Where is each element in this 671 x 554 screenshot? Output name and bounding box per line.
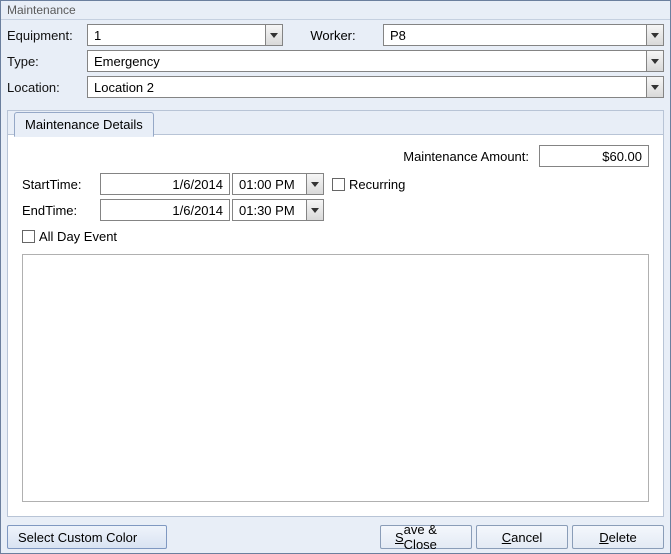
maintenance-amount-input[interactable]: $60.00: [539, 145, 649, 167]
worker-label: Worker:: [303, 28, 363, 43]
end-time-value: 01:30 PM: [233, 200, 306, 220]
chevron-down-icon[interactable]: [646, 51, 663, 71]
recurring-checkbox[interactable]: [332, 178, 345, 191]
type-value: Emergency: [88, 51, 646, 71]
type-label: Type:: [7, 54, 87, 69]
delete-button[interactable]: Delete: [572, 525, 664, 549]
all-day-checkbox[interactable]: [22, 230, 35, 243]
start-time-value: 01:00 PM: [233, 174, 306, 194]
location-label: Location:: [7, 80, 87, 95]
window-title: Maintenance: [1, 1, 670, 20]
all-day-label: All Day Event: [39, 229, 117, 244]
chevron-down-icon[interactable]: [646, 77, 663, 97]
location-dropdown[interactable]: Location 2: [87, 76, 664, 98]
worker-value: P8: [384, 25, 646, 45]
equipment-dropdown[interactable]: 1: [87, 24, 283, 46]
delete-rest: elete: [609, 530, 637, 545]
select-custom-color-button[interactable]: Select Custom Color: [7, 525, 167, 549]
save-rest: ave & Close: [404, 522, 457, 552]
start-date-input[interactable]: 1/6/2014: [100, 173, 230, 195]
type-dropdown[interactable]: Emergency: [87, 50, 664, 72]
tab-strip: Maintenance Details: [8, 111, 663, 135]
header-panel: Equipment: 1 Worker: P8 Type: Emergency …: [1, 20, 670, 110]
end-time-dropdown[interactable]: 01:30 PM: [232, 199, 324, 221]
chevron-down-icon[interactable]: [646, 25, 663, 45]
end-date-input[interactable]: 1/6/2014: [100, 199, 230, 221]
delete-mnemonic: D: [599, 530, 608, 545]
cancel-button[interactable]: Cancel: [476, 525, 568, 549]
end-time-label: EndTime:: [22, 203, 100, 218]
worker-dropdown[interactable]: P8: [383, 24, 664, 46]
save-and-close-button[interactable]: Save & Close: [380, 525, 472, 549]
start-time-label: StartTime:: [22, 177, 100, 192]
notes-textarea[interactable]: [22, 254, 649, 502]
save-mnemonic: S: [395, 530, 404, 545]
footer-bar: Select Custom Color Save & Close Cancel …: [7, 525, 664, 549]
cancel-rest: ancel: [511, 530, 542, 545]
tab-maintenance-details[interactable]: Maintenance Details: [14, 112, 154, 137]
cancel-mnemonic: C: [502, 530, 511, 545]
chevron-down-icon[interactable]: [265, 25, 282, 45]
equipment-value: 1: [88, 25, 265, 45]
location-value: Location 2: [88, 77, 646, 97]
recurring-label: Recurring: [349, 177, 405, 192]
content-panel: Maintenance Details Maintenance Amount: …: [7, 110, 664, 517]
chevron-down-icon[interactable]: [306, 174, 323, 194]
maintenance-window: Maintenance Equipment: 1 Worker: P8 Type…: [0, 0, 671, 554]
maintenance-amount-label: Maintenance Amount:: [403, 149, 529, 164]
start-time-dropdown[interactable]: 01:00 PM: [232, 173, 324, 195]
chevron-down-icon[interactable]: [306, 200, 323, 220]
details-area: Maintenance Amount: $60.00 StartTime: 1/…: [16, 135, 655, 508]
equipment-label: Equipment:: [7, 28, 87, 43]
